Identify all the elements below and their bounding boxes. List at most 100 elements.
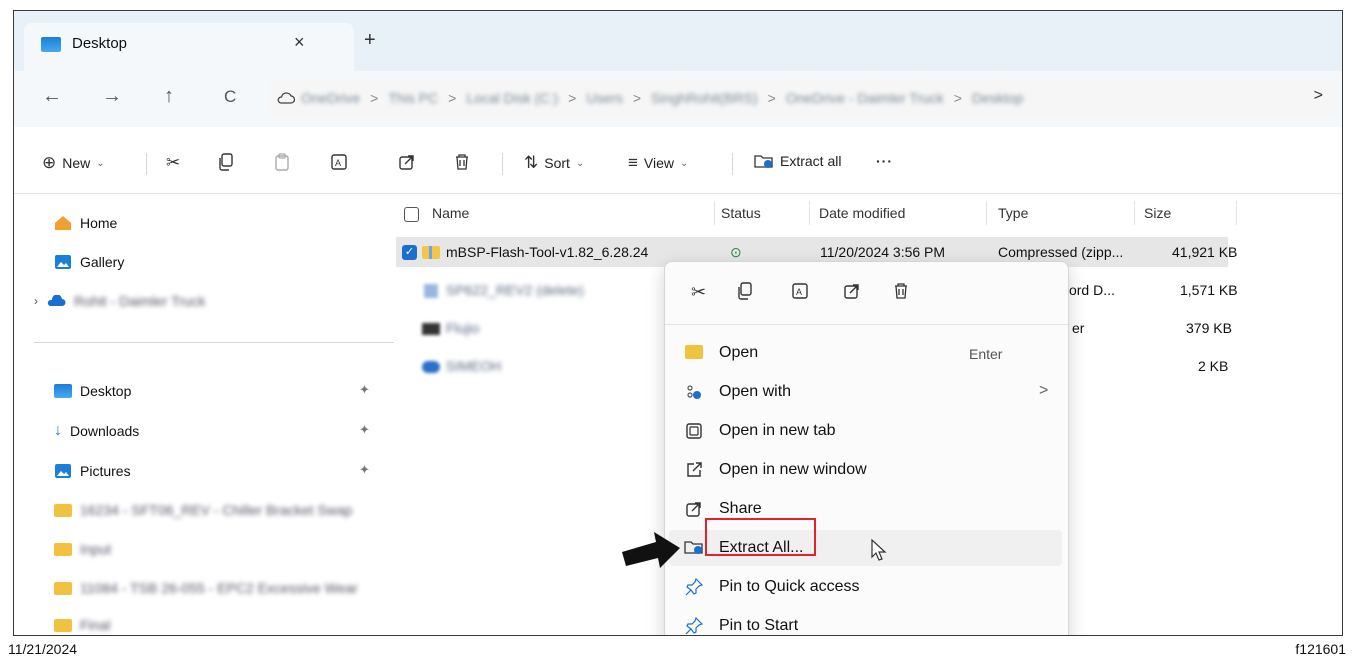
close-tab-button[interactable]: × — [294, 32, 305, 53]
forward-button[interactable]: → — [102, 85, 122, 108]
file-date: 11/20/2024 3:56 PM — [820, 244, 946, 260]
copy-icon[interactable] — [737, 282, 753, 305]
breadcrumb-users[interactable]: Users — [586, 90, 623, 106]
chevron-right-icon: › — [34, 294, 38, 308]
sidebar-item-folder[interactable]: Input — [54, 538, 111, 560]
column-divider[interactable] — [1134, 201, 1135, 225]
extract-folder-icon — [683, 539, 705, 560]
toolbar-divider — [502, 153, 503, 175]
breadcrumb-local-disk[interactable]: Local Disk (C:) — [466, 90, 558, 106]
sidebar-item-pictures[interactable]: Pictures — [54, 460, 131, 482]
sidebar-item-gallery[interactable]: Gallery — [54, 251, 124, 273]
pin-icon — [683, 577, 705, 601]
column-header-size[interactable]: Size — [1144, 205, 1171, 221]
breadcrumb-onedrive-company[interactable]: OneDrive - Daimler Truck — [786, 90, 944, 106]
breadcrumb-onedrive[interactable]: OneDrive — [301, 90, 360, 106]
more-options-button[interactable]: ··· — [876, 153, 893, 169]
menu-item-open-in-new-window[interactable]: Open in new window — [669, 452, 1062, 488]
share-button[interactable] — [398, 153, 416, 171]
view-button-label: View — [643, 155, 675, 171]
share-icon[interactable] — [843, 282, 861, 305]
column-header-row: Name Status Date modified Type Size — [394, 201, 1342, 227]
menu-item-pin-to-start[interactable]: Pin to Start — [669, 608, 1062, 635]
file-size: 1,571 KB — [1180, 282, 1238, 298]
breadcrumb-separator: > — [632, 90, 642, 106]
breadcrumb-separator: > — [568, 90, 577, 106]
file-size: 41,921 KB — [1172, 244, 1238, 260]
menu-item-label: Pin to Quick access — [719, 578, 860, 595]
folder-icon — [54, 542, 72, 556]
trash-icon[interactable] — [893, 282, 909, 305]
column-divider[interactable] — [1236, 201, 1237, 225]
copy-button[interactable] — [218, 153, 234, 171]
refresh-button[interactable]: C — [224, 87, 236, 107]
column-header-name[interactable]: Name — [432, 205, 469, 221]
new-tab-button[interactable]: + — [364, 29, 376, 52]
breadcrumb-this-pc[interactable]: This PC — [388, 90, 438, 106]
rename-icon[interactable]: A — [791, 282, 809, 305]
up-button[interactable]: ↑ — [164, 85, 174, 108]
sidebar-item-home[interactable]: Home — [54, 212, 117, 234]
file-type: Compressed (zipp... — [998, 244, 1124, 260]
file-icon — [422, 361, 440, 373]
sidebar-item-label: Pictures — [80, 463, 131, 479]
sidebar-item-folder[interactable]: 16234 - SFT06_REV - Chiller Bracket Swap — [54, 499, 352, 521]
sidebar-item-folder[interactable]: 11084 - TSB 26-055 - EPC2 Excessive Wear — [54, 577, 358, 599]
extract-all-button[interactable]: Extract all — [754, 153, 841, 169]
onedrive-cloud-icon — [277, 92, 295, 104]
column-header-type[interactable]: Type — [998, 205, 1028, 221]
tab-desktop[interactable]: Desktop × — [24, 23, 354, 71]
menu-item-pin-to-quick-access[interactable]: Pin to Quick access — [669, 569, 1062, 605]
breadcrumb-overflow-chevron[interactable]: > — [1314, 87, 1323, 105]
file-size: 379 KB — [1186, 320, 1232, 336]
column-divider[interactable] — [714, 201, 715, 225]
cut-icon[interactable]: ✂ — [691, 282, 706, 303]
new-button[interactable]: ⊕ New ⌄ — [42, 153, 105, 173]
menu-item-open-in-new-tab[interactable]: Open in new tab — [669, 413, 1062, 449]
sidebar-item-downloads[interactable]: ↓ Downloads — [54, 420, 139, 442]
onedrive-cloud-icon — [47, 295, 66, 306]
context-menu: ✂ A Open Enter Open with > Open in new t… — [664, 261, 1069, 635]
share-icon — [683, 500, 705, 523]
sidebar-item-label: Downloads — [70, 423, 140, 439]
folder-icon — [54, 581, 72, 595]
select-all-checkbox[interactable] — [404, 207, 419, 222]
paste-button[interactable] — [274, 153, 290, 171]
sidebar-item-folder[interactable]: Final — [54, 614, 110, 635]
gallery-icon — [55, 255, 71, 269]
scissors-icon: ✂ — [166, 153, 181, 172]
file-name: Flujio — [446, 320, 480, 336]
sidebar-item-desktop[interactable]: Desktop — [54, 380, 131, 402]
view-button[interactable]: ≡ View ⌄ — [628, 153, 688, 173]
column-header-date-modified[interactable]: Date modified — [819, 205, 905, 221]
menu-item-open-with[interactable]: Open with > — [669, 374, 1062, 410]
menu-item-open[interactable]: Open Enter — [669, 335, 1062, 371]
file-name: mBSP-Flash-Tool-v1.82_6.28.24 — [446, 244, 649, 260]
back-button[interactable]: ← — [42, 85, 62, 108]
menu-item-label: Open in new tab — [719, 422, 836, 439]
column-divider[interactable] — [986, 201, 987, 225]
breadcrumb-user[interactable]: SinghRohit(BRS) — [651, 90, 758, 106]
sidebar-item-label: Home — [80, 215, 118, 231]
sort-button-label: Sort — [544, 155, 570, 171]
sidebar-divider — [34, 342, 394, 343]
new-tab-icon — [683, 422, 705, 445]
address-bar[interactable]: OneDrive > This PC > Local Disk (C:) > U… — [269, 79, 1337, 117]
delete-button[interactable] — [454, 153, 470, 171]
sort-button[interactable]: ⇅ Sort ⌄ — [524, 153, 584, 173]
rename-button[interactable]: A — [330, 153, 348, 171]
zip-folder-icon — [422, 246, 440, 259]
share-icon — [399, 155, 414, 170]
breadcrumb-desktop[interactable]: Desktop — [972, 90, 1023, 106]
home-icon — [55, 216, 71, 230]
breadcrumb-separator: > — [370, 90, 379, 106]
column-header-status[interactable]: Status — [721, 205, 761, 221]
pin-icon — [683, 616, 705, 635]
highlight-box-extract-all — [705, 518, 816, 556]
cut-button[interactable]: ✂ — [166, 153, 180, 173]
sidebar-item-onedrive[interactable]: › Rohit - Daimler Truck — [34, 290, 205, 312]
desktop-folder-icon — [41, 37, 61, 52]
row-checkbox-checked[interactable]: ✓ — [402, 245, 417, 260]
column-divider[interactable] — [809, 201, 810, 225]
chevron-down-icon: ⌄ — [575, 157, 585, 169]
